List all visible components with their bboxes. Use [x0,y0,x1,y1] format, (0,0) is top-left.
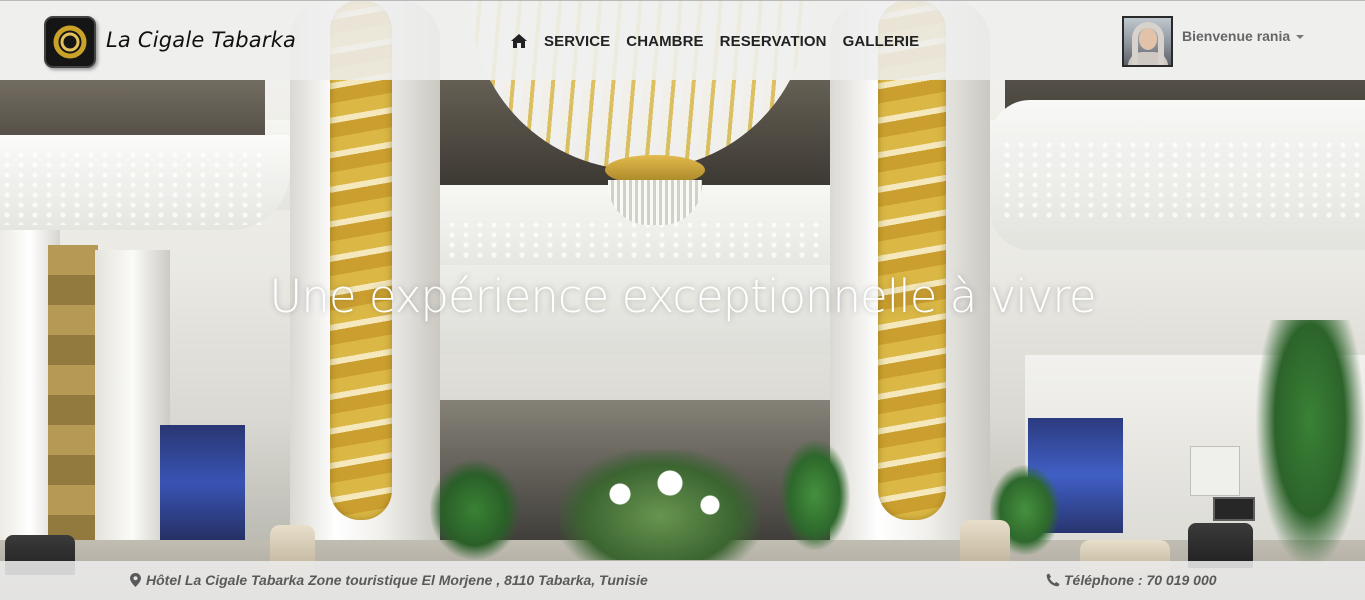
phone-text: Téléphone : 70 019 000 [1064,572,1217,588]
user-greeting: Bienvenue rania [1182,28,1291,44]
nav-item-chambre[interactable]: CHAMBRE [626,33,703,50]
brand[interactable]: La Cigale Tabarka [44,16,296,68]
user-dropdown-toggle[interactable]: Bienvenue rania [1182,28,1305,44]
navbar: La Cigale Tabarka SERVICE CHAMBRE RESERV… [0,0,1365,80]
address-text: Hôtel La Cigale Tabarka Zone touristique… [146,572,648,588]
avatar[interactable] [1122,16,1173,67]
nav-item-service[interactable]: SERVICE [544,33,610,50]
address: Hôtel La Cigale Tabarka Zone touristique… [128,572,648,588]
main-nav: SERVICE CHAMBRE RESERVATION GALLERIE [510,32,935,50]
user-menu[interactable]: Bienvenue rania [1122,16,1305,67]
hero-headline: Une expérience exceptionnelle à vivre [269,270,1096,323]
gold-swirl-logo-icon[interactable] [44,16,96,68]
phone-icon [1046,573,1060,587]
home-icon[interactable] [510,32,528,50]
brand-name[interactable]: La Cigale Tabarka [106,28,296,52]
phone: Téléphone : 70 019 000 [1046,572,1217,588]
map-marker-icon [128,573,142,587]
contact-bar: Hôtel La Cigale Tabarka Zone touristique… [0,561,1365,600]
caret-down-icon [1296,35,1305,40]
nav-item-gallerie[interactable]: GALLERIE [843,33,920,50]
nav-item-reservation[interactable]: RESERVATION [720,33,827,50]
